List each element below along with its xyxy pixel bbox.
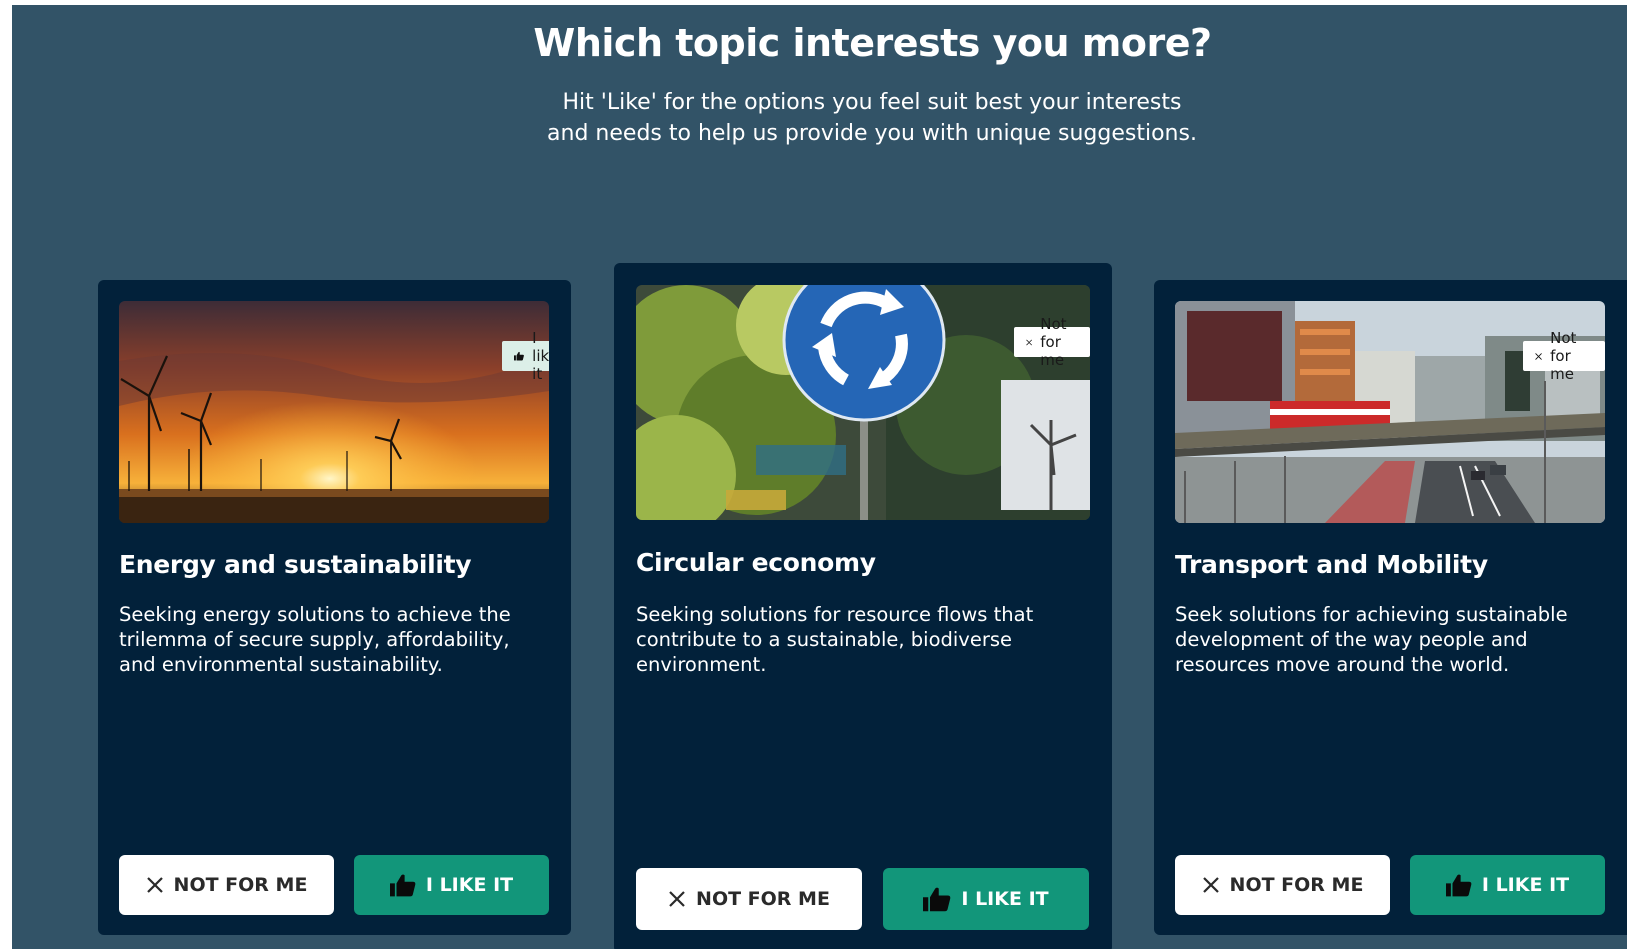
close-icon	[1026, 339, 1033, 345]
topic-card-transport: Not for me Transport and Mobility Seek s…	[1154, 280, 1627, 935]
card-title: Energy and sustainability	[119, 550, 472, 579]
status-badge-label: Not for me	[1550, 329, 1577, 383]
card-description: Seeking solutions for resource flows tha…	[636, 603, 1034, 676]
not-for-me-label: NOT FOR ME	[173, 874, 308, 896]
like-label: I LIKE IT	[425, 874, 514, 896]
not-for-me-label: NOT FOR ME	[696, 888, 830, 910]
page-subtitle: Hit 'Like' for the options you feel suit…	[547, 90, 1197, 146]
not-for-me-label: NOT FOR ME	[1229, 874, 1364, 896]
status-badge-label: Not for me	[1040, 315, 1067, 369]
close-icon	[1535, 352, 1542, 360]
not-for-me-button[interactable]: NOT FOR ME	[119, 855, 334, 915]
topic-image-city-tram: Not for me	[1175, 301, 1605, 523]
card-title: Circular economy	[636, 548, 876, 577]
card-title: Transport and Mobility	[1175, 550, 1488, 579]
status-badge-label: I like it	[532, 329, 549, 383]
thumbs-up-icon	[923, 887, 951, 912]
not-for-me-button[interactable]: NOT FOR ME	[1175, 855, 1390, 915]
topic-card-energy: I like it Energy and sustainability Seek…	[98, 280, 571, 935]
close-icon	[1202, 877, 1219, 893]
status-badge-liked: I like it	[502, 329, 549, 383]
thumbs-up-icon	[514, 351, 524, 361]
like-button[interactable]: I LIKE IT	[354, 855, 549, 915]
thumbs-up-icon	[1445, 874, 1472, 897]
card-description: Seek solutions for achieving sustainable…	[1175, 603, 1568, 676]
topic-image-wind-turbines: I like it	[119, 301, 549, 523]
thumbs-up-icon	[389, 874, 416, 897]
like-label: I LIKE IT	[961, 888, 1049, 910]
card-description: Seeking energy solutions to achieve the …	[119, 603, 511, 676]
topic-image-roundabout-sign: Not for me	[636, 285, 1090, 520]
topic-selection-panel: Which topic interests you more? Hit 'Lik…	[12, 5, 1627, 949]
not-for-me-button[interactable]: NOT FOR ME	[636, 868, 862, 930]
page-title: Which topic interests you more?	[533, 21, 1212, 65]
status-badge-not-for-me: Not for me	[1014, 315, 1090, 369]
topic-card-circular-economy: Not for me Circular economy Seeking solu…	[614, 263, 1112, 949]
like-button[interactable]: I LIKE IT	[883, 868, 1089, 930]
close-icon	[146, 877, 163, 893]
like-button[interactable]: I LIKE IT	[1410, 855, 1605, 915]
like-label: I LIKE IT	[1481, 874, 1570, 896]
status-badge-not-for-me: Not for me	[1523, 329, 1605, 383]
close-icon	[669, 891, 685, 907]
